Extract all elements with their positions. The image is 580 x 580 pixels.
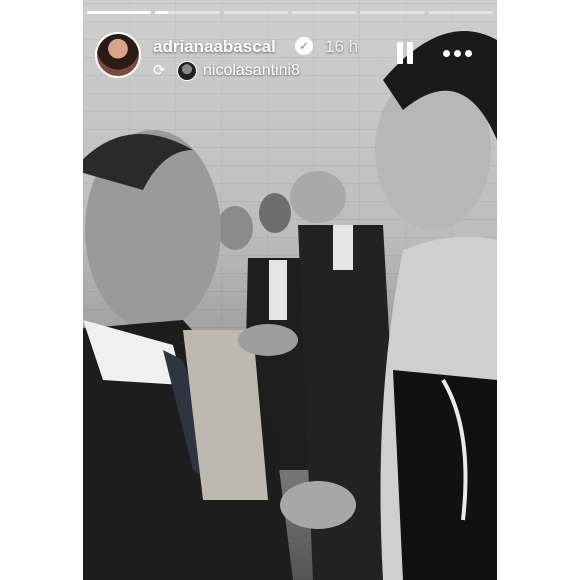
- post-time: 16 h: [325, 37, 359, 56]
- verified-badge-icon: ✓: [295, 37, 313, 55]
- story-header: adrianaabascal ✓ 16 h ⟳ nicolasantini8: [89, 30, 489, 84]
- progress-segment: [87, 11, 152, 14]
- pause-icon[interactable]: [395, 42, 415, 66]
- repost-username[interactable]: nicolasantini8: [203, 62, 300, 80]
- more-options-icon[interactable]: [441, 42, 475, 66]
- story-viewer[interactable]: adrianaabascal ✓ 16 h ⟳ nicolasantini8: [83, 0, 497, 580]
- story-photo: [83, 0, 497, 580]
- repost-avatar[interactable]: [177, 61, 197, 81]
- progress-segment: [360, 11, 425, 14]
- repost-icon: ⟳: [153, 62, 166, 79]
- progress-segment: [155, 11, 220, 14]
- author-avatar[interactable]: [95, 32, 141, 78]
- progress-segment: [428, 11, 493, 14]
- progress-segment: [291, 11, 357, 14]
- author-username[interactable]: adrianaabascal: [153, 37, 276, 57]
- story-progress-bar: [87, 11, 493, 14]
- progress-segment: [223, 11, 288, 14]
